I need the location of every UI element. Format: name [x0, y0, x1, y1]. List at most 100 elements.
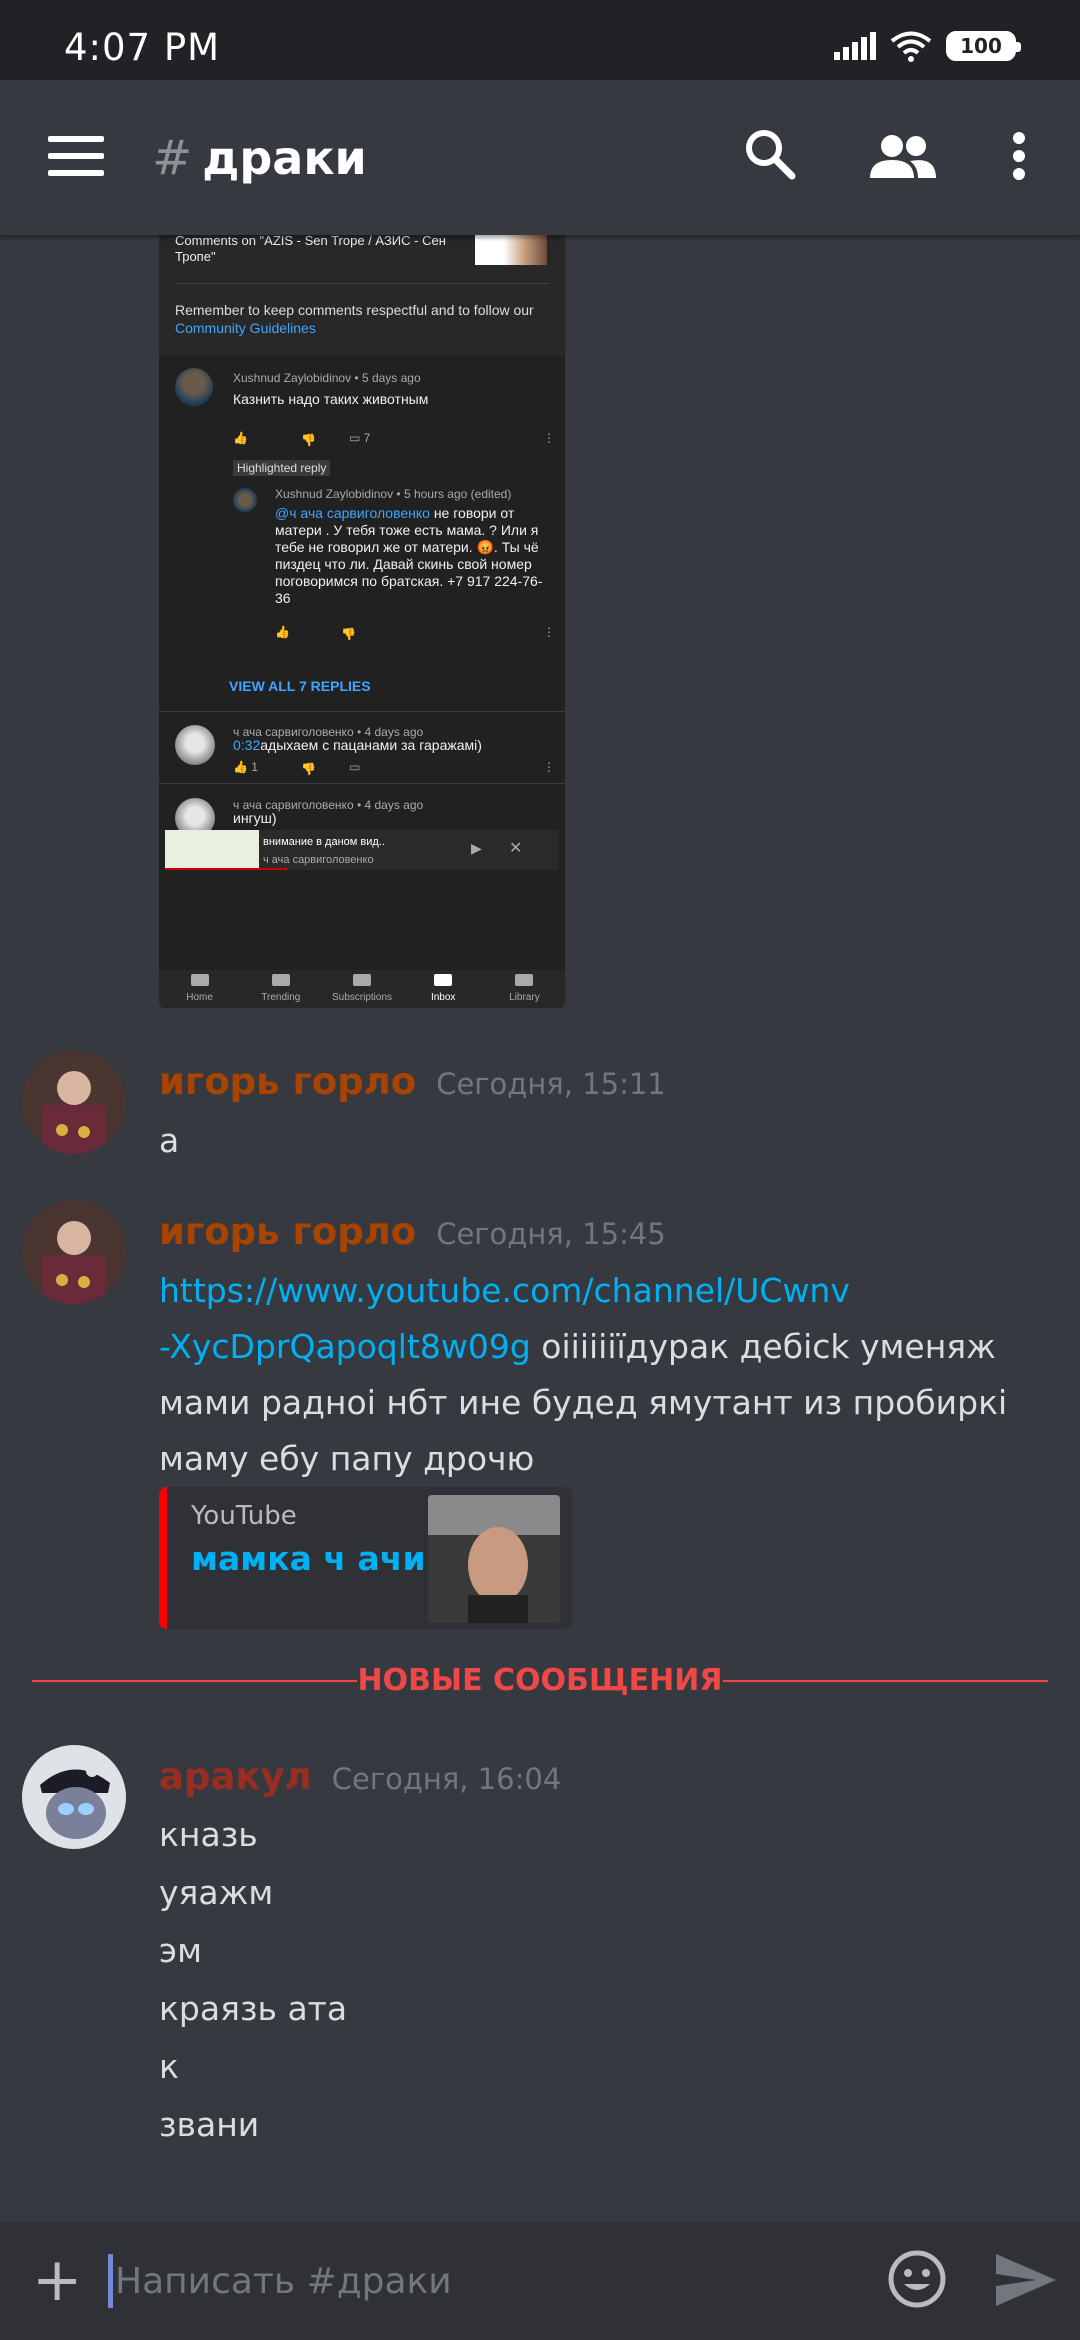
yt-mini-close-icon: ✕: [509, 840, 523, 857]
message-header: игорь горло Сегодня, 15:45: [159, 1210, 666, 1253]
username[interactable]: игорь горло: [159, 1060, 416, 1103]
message-line: эм: [159, 1931, 203, 1970]
message-text: https://www.youtube.com/channel/UCwnv -X…: [159, 1263, 1059, 1487]
yt-reply-avatar: [233, 488, 257, 512]
image-attachment[interactable]: Comments on "AZIS - Sen Trope / АЗИС - С…: [159, 235, 565, 1008]
add-attachment-icon[interactable]: +: [32, 2250, 82, 2310]
yt-nav-label: Inbox: [430, 992, 456, 1003]
yt-reply-meta: Xushnud Zaylobidinov • 5 hours ago (edit…: [275, 487, 512, 501]
yt-comments-header: Comments on "AZIS - Sen Trope / АЗИС - С…: [159, 235, 565, 355]
channel-hash: #: [152, 130, 193, 186]
yt-nav-subscriptions: Subscriptions: [321, 970, 402, 1008]
status-icons: 100: [834, 30, 1021, 62]
embed-provider: YouTube: [191, 1501, 297, 1531]
yt-highlighted-label: Highlighted reply: [233, 460, 331, 476]
yt-reply-icon-2: ▭: [349, 760, 361, 774]
avatar[interactable]: [22, 1050, 126, 1154]
yt-video-thumbnail: [475, 235, 547, 265]
yt-nav-trending: Trending: [240, 970, 321, 1008]
battery-icon: 100: [946, 31, 1021, 61]
message-link-cont[interactable]: -XycDprQapoqlt8w09g: [159, 1327, 531, 1366]
username[interactable]: игорь горло: [159, 1210, 416, 1253]
yt-replies-number: 7: [363, 431, 371, 445]
message-composer: +: [0, 2222, 1080, 2340]
yt-view-all-replies: VIEW ALL 7 REPLIES: [229, 678, 371, 694]
yt-reply-text: @ч ача сарвиголовенко не говори от матер…: [275, 505, 555, 607]
emoji-icon[interactable]: [888, 2250, 946, 2308]
yt-guidelines-link: Community Guidelines: [175, 320, 316, 336]
channel-title: # драки: [152, 130, 367, 186]
yt-nav-label: Trending: [261, 992, 301, 1003]
embed-title[interactable]: мамка ч ачи: [191, 1539, 426, 1578]
yt-mini-title: внимание в даном вид..: [263, 836, 385, 848]
username[interactable]: аракул: [159, 1755, 312, 1798]
yt-reply-mention: @ч ача сарвиголовенко: [275, 505, 430, 521]
search-icon[interactable]: [744, 128, 796, 180]
yt-likes-number: 1: [251, 760, 258, 774]
status-bar: 4:07 PM 100: [0, 0, 1080, 80]
message-text-part: oiiiiiiїдурак дебіck уменяж: [530, 1327, 996, 1366]
yt-nav-label: Library: [509, 992, 540, 1003]
timestamp: Сегодня, 15:11: [436, 1067, 666, 1101]
message-header: игорь горло Сегодня, 15:11: [159, 1060, 666, 1103]
message-line: звани: [159, 2105, 260, 2144]
yt-nav-label: Home: [186, 992, 213, 1003]
yt-comment-meta: Xushnud Zaylobidinov • 5 days ago: [233, 371, 421, 385]
yt-like-count: 👍 1: [233, 760, 258, 774]
timestamp: Сегодня, 15:45: [436, 1217, 666, 1251]
yt-remind: Remember to keep comments respectful and…: [175, 301, 545, 337]
yt-reply-more-icon: ⋮: [543, 625, 555, 639]
yt-remind-text: Remember to keep comments respectful and…: [175, 302, 534, 318]
yt-timestamp-link: 0:32: [233, 737, 261, 753]
yt-like-icon: 👍: [233, 431, 248, 445]
more-options-icon[interactable]: [1012, 132, 1026, 180]
yt-mini-channel: ч ача сарвиголовенко: [263, 854, 374, 866]
message-line: кназь: [159, 1815, 258, 1854]
battery-level: 100: [960, 34, 1002, 58]
send-icon[interactable]: [996, 2254, 1056, 2306]
yt-comment3-text: ингуш): [233, 810, 277, 826]
yt-avatar: [175, 368, 213, 406]
message-text: кназь уяажм эм краязь ата к звани: [159, 1806, 347, 2154]
yt-comment2-body: адыхаем с пацанами за гаражамі): [260, 737, 482, 753]
members-icon[interactable]: [870, 134, 936, 178]
yt-nav-home: Home: [159, 970, 240, 1008]
message-input[interactable]: [108, 2254, 868, 2308]
yt-mini-player: внимание в даном вид.. ч ача сарвиголове…: [165, 830, 559, 870]
yt-dislike-icon: 👎: [301, 433, 316, 447]
link-embed[interactable]: YouTube мамка ч ачи: [159, 1487, 572, 1629]
avatar[interactable]: [22, 1745, 126, 1849]
message-text-line: мами радноі нбт ине будед ямутант из про…: [159, 1383, 1008, 1422]
message-line: краязь ата: [159, 1989, 348, 2028]
channel-name: драки: [202, 131, 367, 185]
status-time: 4:07 PM: [64, 26, 221, 69]
wifi-icon: [890, 31, 932, 62]
message-header: аракул Сегодня, 16:04: [159, 1755, 561, 1798]
message-text-line: маму ебу папу дрочю: [159, 1439, 535, 1478]
yt-replies-count: ▭ 7: [349, 431, 371, 445]
yt-mini-play-icon: ▶: [471, 840, 482, 856]
message-link[interactable]: https://www.youtube.com/channel/UCwnv: [159, 1271, 850, 1310]
yt-more-icon-2: ⋮: [543, 760, 555, 774]
message-line: к: [159, 2047, 179, 2086]
yt-more-icon: ⋮: [543, 431, 555, 445]
new-messages-divider: НОВЫЕ СООБЩЕНИЯ: [32, 1663, 1048, 1699]
message-line: уяажм: [159, 1873, 274, 1912]
yt-comments-on: Comments on "AZIS - Sen Trope / АЗИС - С…: [175, 235, 446, 264]
yt-reply-dislike-icon: 👎: [341, 627, 356, 641]
yt-nav-library: Library: [484, 970, 565, 1008]
yt-dislike-icon-2: 👎: [301, 762, 316, 776]
menu-button[interactable]: [48, 136, 104, 176]
signal-icon: [834, 32, 876, 60]
yt-avatar-2: [175, 725, 215, 765]
embed-thumbnail[interactable]: [428, 1495, 560, 1623]
yt-bottom-nav: Home Trending Subscriptions Inbox Librar…: [159, 970, 565, 1008]
yt-mini-thumbnail: [165, 830, 259, 870]
message-text: а: [159, 1121, 180, 1160]
yt-nav-label: Subscriptions: [331, 992, 393, 1003]
timestamp: Сегодня, 16:04: [331, 1762, 562, 1796]
avatar[interactable]: [22, 1200, 126, 1304]
channel-header: # драки: [0, 80, 1080, 235]
yt-reply-like-icon: 👍: [275, 625, 290, 639]
yt-comment-text: Казнить надо таких животным: [233, 391, 429, 407]
